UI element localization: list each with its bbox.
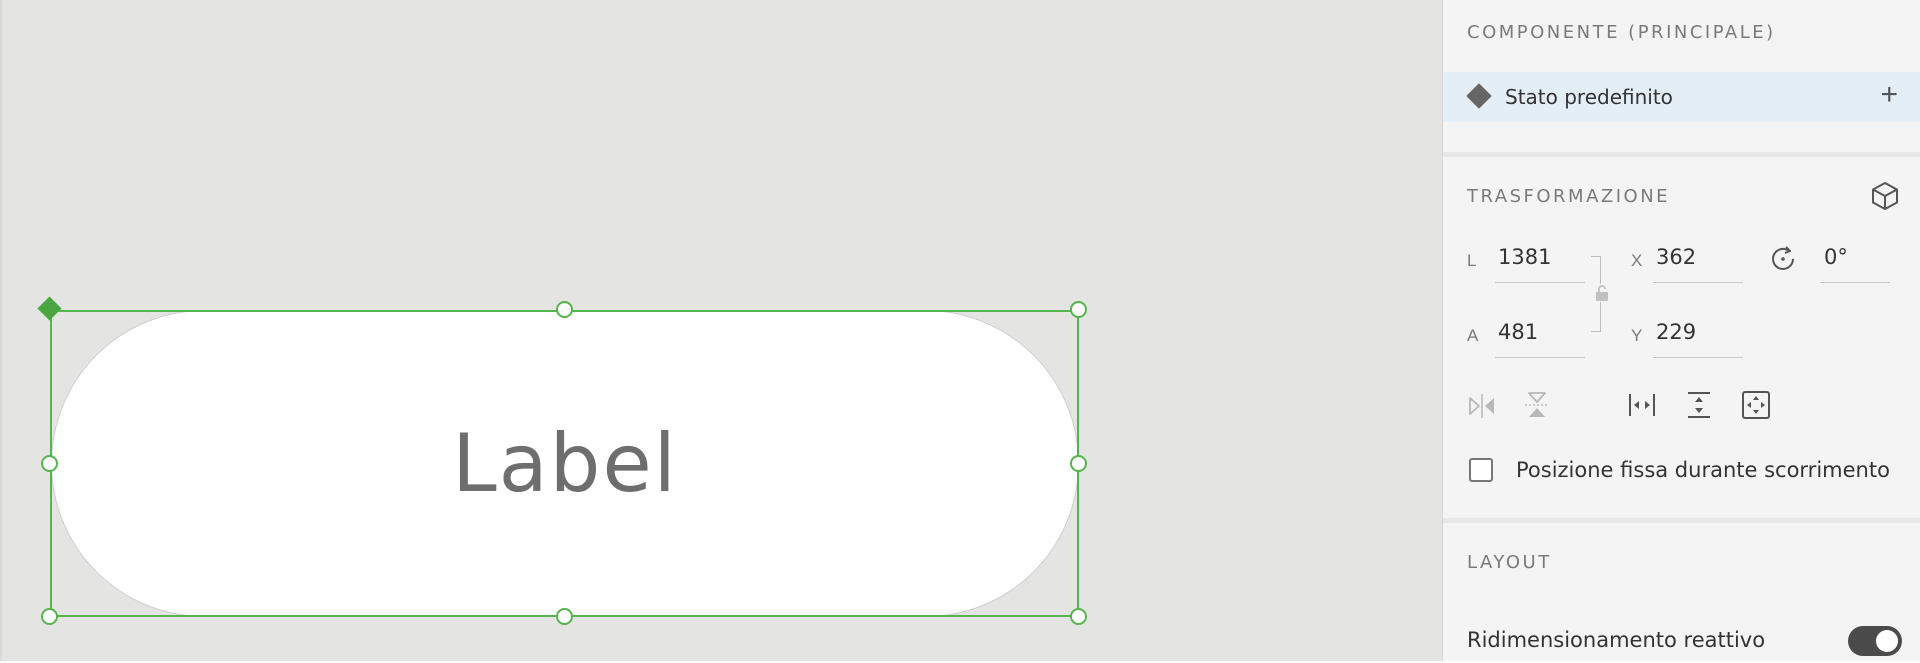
state-diamond-icon xyxy=(1466,83,1492,109)
responsive-resize-toggle[interactable] xyxy=(1848,626,1902,656)
section-divider xyxy=(1443,518,1920,523)
property-inspector-panel: COMPONENTE (PRINCIPALE) Stato predefinit… xyxy=(1442,0,1920,661)
layout-section-title: LAYOUT xyxy=(1467,552,1552,573)
3d-transform-icon[interactable] xyxy=(1869,180,1901,212)
rotation-icon xyxy=(1772,246,1794,270)
section-divider xyxy=(1443,152,1920,157)
resize-handle-bottom-center[interactable] xyxy=(556,608,573,625)
width-field[interactable]: 1381 xyxy=(1498,245,1551,269)
default-state-row[interactable]: Stato predefinito + xyxy=(1443,72,1920,122)
add-state-button[interactable]: + xyxy=(1880,80,1898,110)
responsive-resize-label: Ridimensionamento reattivo xyxy=(1467,628,1766,652)
rotation-field[interactable]: 0° xyxy=(1824,245,1848,269)
width-field-underline xyxy=(1495,282,1585,283)
aspect-lock-icon[interactable] xyxy=(1594,284,1610,302)
default-state-label: Stato predefinito xyxy=(1505,85,1673,109)
x-field[interactable]: 362 xyxy=(1656,245,1696,269)
flip-vertical-icon[interactable] xyxy=(1523,390,1551,420)
fit-content-icon[interactable] xyxy=(1741,390,1771,420)
y-field-underline xyxy=(1653,357,1743,358)
fixed-position-label: Posizione fissa durante scorrimento xyxy=(1516,458,1890,482)
component-section-title: COMPONENTE (PRINCIPALE) xyxy=(1467,22,1776,43)
selection-bounding-box xyxy=(50,310,1079,617)
distribute-vertical-icon[interactable] xyxy=(1684,390,1714,420)
resize-handle-bottom-right[interactable] xyxy=(1070,608,1087,625)
x-field-label: X xyxy=(1631,251,1643,270)
resize-handle-top-center[interactable] xyxy=(556,301,573,318)
design-canvas[interactable]: Label xyxy=(0,0,1442,661)
distribute-horizontal-icon[interactable] xyxy=(1627,390,1657,420)
toggle-knob xyxy=(1876,630,1898,652)
flip-horizontal-icon[interactable] xyxy=(1467,392,1497,420)
fixed-position-checkbox[interactable] xyxy=(1469,458,1493,482)
width-field-label: L xyxy=(1467,251,1477,270)
resize-handle-middle-right[interactable] xyxy=(1070,455,1087,472)
height-field[interactable]: 481 xyxy=(1498,320,1538,344)
resize-handle-middle-left[interactable] xyxy=(41,455,58,472)
y-field-label: Y xyxy=(1631,326,1643,345)
height-field-underline xyxy=(1495,357,1585,358)
x-field-underline xyxy=(1653,282,1743,283)
resize-handle-top-right[interactable] xyxy=(1070,301,1087,318)
height-field-label: A xyxy=(1467,326,1479,345)
transform-section-title: TRASFORMAZIONE xyxy=(1467,186,1671,207)
y-field[interactable]: 229 xyxy=(1656,320,1696,344)
rotation-field-underline xyxy=(1820,282,1890,283)
resize-handle-bottom-left[interactable] xyxy=(41,608,58,625)
